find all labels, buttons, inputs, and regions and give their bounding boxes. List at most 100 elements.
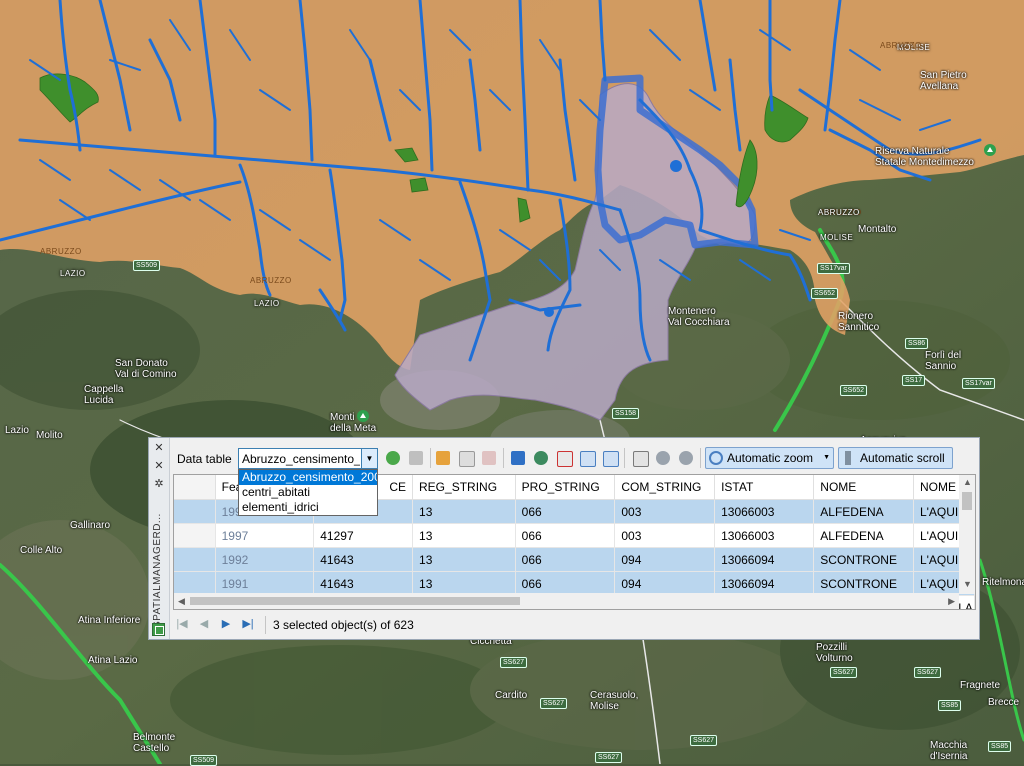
table-cell[interactable]: 13066094 (714, 571, 815, 596)
scroll-up-icon[interactable]: ▲ (963, 477, 972, 487)
row-header[interactable] (174, 523, 216, 548)
table-cell[interactable]: 1997 (215, 523, 315, 548)
column-header[interactable]: PRO_STRING (515, 475, 616, 500)
column-header[interactable]: REG_STRING (412, 475, 516, 500)
table-cell[interactable]: 13066094 (714, 547, 815, 572)
scroll-down-icon[interactable]: ▼ (963, 579, 972, 589)
column-header[interactable]: NOME (813, 475, 914, 500)
map-place-label: LAZIO (254, 299, 280, 308)
map-place-label: Riserva Naturale Statale Montedimezzo (875, 146, 974, 168)
dropdown-option[interactable]: Abruzzo_censimento_2001 (239, 470, 377, 485)
table-cell[interactable]: 094 (614, 547, 716, 572)
scrollbar-thumb[interactable] (962, 492, 972, 510)
table-icon[interactable] (152, 623, 165, 636)
table-cell[interactable]: 13066003 (714, 499, 815, 524)
column-header[interactable]: COM_STRING (614, 475, 716, 500)
road-shield: SS652 (811, 288, 839, 299)
next-record-icon[interactable]: ▶ (219, 617, 233, 631)
table-cell[interactable]: 41643 (313, 571, 414, 596)
map-place-label: Lazio (5, 425, 29, 436)
export-table-icon[interactable] (407, 449, 425, 467)
prev-record-icon[interactable]: ◀ (197, 617, 211, 631)
table-cell[interactable]: 066 (515, 499, 616, 524)
selection-status: 3 selected object(s) of 623 (273, 618, 414, 632)
edit-icon[interactable] (631, 449, 649, 467)
chevron-down-icon[interactable]: ▼ (361, 449, 377, 468)
layer-dropdown-list[interactable]: Abruzzo_censimento_2001 centri_abitati e… (238, 469, 378, 516)
scroll-right-icon[interactable]: ▶ (948, 596, 955, 607)
toolbar-separator (430, 448, 431, 468)
table-cell[interactable]: ALFEDENA (813, 499, 914, 524)
gear-icon[interactable]: ✲ (153, 478, 165, 490)
table-cell[interactable]: 066 (515, 523, 616, 548)
table-cell[interactable]: ALFEDENA (813, 523, 914, 548)
table-row[interactable]: 1991 41643 13 066 094 13066094 SCONTRONE L'AQUI… (174, 571, 975, 596)
grid-view-icon[interactable] (509, 449, 527, 467)
toolbar-separator (624, 448, 625, 468)
road-shield: SS86 (905, 338, 929, 349)
road-shield: SS627 (830, 667, 858, 678)
horizontal-scrollbar[interactable]: ◀ ▶ (174, 593, 959, 609)
automatic-scroll-button[interactable]: Automatic scroll (838, 447, 953, 469)
table-cell[interactable]: 13 (412, 523, 516, 548)
dropdown-option[interactable]: elementi_idrici (239, 500, 377, 515)
chevron-down-icon[interactable]: ▼ (823, 448, 830, 468)
map-place-label: Forlì del Sannio (925, 350, 962, 372)
close-icon[interactable]: ✕ (153, 442, 165, 454)
road-shield: SS627 (595, 752, 623, 763)
first-record-icon[interactable]: |◀ (175, 617, 189, 631)
map-place-label: Macchia d'Isernia (930, 740, 968, 762)
import-icon[interactable] (434, 449, 452, 467)
table-cell[interactable]: SCONTRONE (813, 547, 914, 572)
table-cell[interactable]: 13066003 (714, 523, 815, 548)
table-cell[interactable]: 066 (515, 571, 616, 596)
map-place-label: Fragnete (960, 680, 1001, 691)
table-cell[interactable]: 41643 (313, 547, 414, 572)
layer-select[interactable]: Abruzzo_censimento_ ▼ (238, 448, 378, 469)
scroll-icon (845, 451, 851, 465)
table-cell[interactable]: 094 (614, 571, 716, 596)
map-canvas[interactable] (0, 0, 1024, 764)
row-header[interactable] (174, 547, 216, 572)
vertical-scrollbar[interactable]: ▲ ▼ (959, 475, 975, 594)
clear-selection-icon[interactable] (555, 449, 573, 467)
dropdown-option[interactable]: centri_abitati (239, 485, 377, 500)
table-cell[interactable]: 1991 (215, 571, 315, 596)
refresh-icon[interactable] (384, 449, 402, 467)
select-all-icon[interactable] (601, 449, 619, 467)
globe-icon[interactable] (532, 449, 550, 467)
copy-icon[interactable] (457, 449, 475, 467)
toolbar-separator (265, 616, 266, 634)
dock-sidebar: ✕ ✕ ✲ SPATIALMANAGERD... (149, 438, 170, 639)
select-icon[interactable] (578, 449, 596, 467)
table-cell[interactable]: 003 (614, 523, 716, 548)
map-place-label: ABRUZZO (818, 208, 860, 217)
table-cell[interactable]: 41297 (313, 523, 414, 548)
table-cell[interactable]: 1992 (215, 547, 315, 572)
table-row[interactable]: 1992 41643 13 066 094 13066094 SCONTRONE L'AQUI… (174, 547, 975, 572)
map-place-label: Brecce (988, 697, 1020, 708)
last-record-icon[interactable]: ▶| (241, 617, 255, 631)
link-icon[interactable] (654, 449, 672, 467)
eraser-icon[interactable] (480, 449, 498, 467)
scrollbar-thumb[interactable] (190, 597, 520, 605)
table-row[interactable]: 1997 41297 13 066 003 13066003 ALFEDENA L'AQUIL… (174, 523, 975, 548)
row-header[interactable] (174, 499, 216, 524)
column-header[interactable]: ISTAT (714, 475, 815, 500)
scroll-left-icon[interactable]: ◀ (178, 596, 185, 607)
map-place-label: Molito (36, 430, 63, 441)
road-shield: SS17var (817, 263, 850, 274)
pin-icon[interactable]: ✕ (153, 460, 165, 472)
table-cell[interactable]: SCONTRONE (813, 571, 914, 596)
map-place-label: Atina Lazio (88, 655, 138, 666)
row-header[interactable] (174, 571, 216, 596)
table-cell[interactable]: 066 (515, 547, 616, 572)
unlink-icon[interactable] (677, 449, 695, 467)
table-cell[interactable]: 003 (614, 499, 716, 524)
map-place-label: LAZIO (60, 269, 86, 278)
automatic-zoom-button[interactable]: Automatic zoom ▼ (705, 447, 834, 469)
data-table-dock: ✕ ✕ ✲ SPATIALMANAGERD... Data table Abru… (148, 437, 980, 640)
table-cell[interactable]: 13 (412, 571, 516, 596)
table-cell[interactable]: 13 (412, 547, 516, 572)
table-cell[interactable]: 13 (412, 499, 516, 524)
